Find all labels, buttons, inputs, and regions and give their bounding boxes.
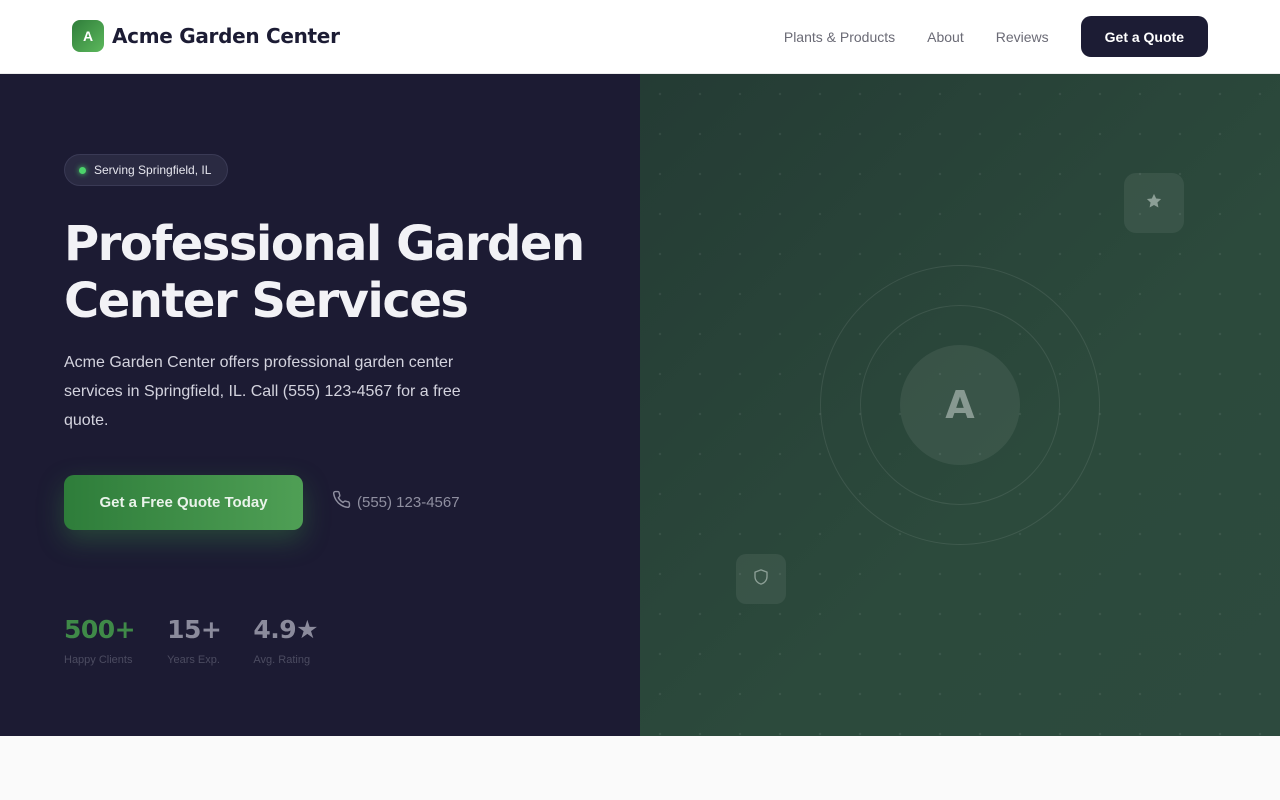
stat-value: 500+: [64, 615, 136, 644]
brand-logo: A: [72, 20, 104, 52]
stat-value: 15+: [167, 615, 222, 644]
phone-link[interactable]: (555) 123-4567: [332, 490, 460, 514]
stat-label: Avg. Rating: [253, 654, 311, 666]
stat-label: Years Exp.: [167, 654, 220, 666]
stat-avg-rating: 4.9★ Avg. Rating: [253, 614, 318, 666]
free-quote-button[interactable]: Get a Free Quote Today: [64, 475, 303, 530]
location-badge-text: Serving Springfield, IL: [94, 163, 212, 177]
shield-tile: [736, 554, 786, 604]
phone-number: (555) 123-4567: [357, 493, 460, 511]
brand-name: Acme Garden Center: [112, 24, 340, 48]
stat-years-experience: 15+ Years Exp.: [167, 614, 222, 666]
nav-link-about[interactable]: About: [927, 29, 964, 45]
site-header: A Acme Garden Center Plants & Products A…: [0, 0, 1280, 74]
brand-emblem: A: [900, 345, 1020, 465]
get-a-quote-button[interactable]: Get a Quote: [1080, 16, 1208, 57]
status-dot: [79, 166, 86, 174]
hero-headline-line-1: Professional Garden: [64, 216, 585, 272]
brand[interactable]: A Acme Garden Center: [72, 20, 340, 52]
star-tile: [1124, 173, 1184, 233]
shield-icon: [752, 568, 770, 591]
stat-value: 4.9★: [253, 615, 319, 644]
nav-link-reviews[interactable]: Reviews: [996, 29, 1049, 45]
stat-label: Happy Clients: [64, 654, 133, 666]
stat-happy-clients: 500+ Happy Clients: [64, 614, 136, 666]
main-nav: Plants & Products About Reviews Get a Qu…: [784, 16, 1208, 57]
star-icon: [1145, 192, 1163, 215]
stats-row: 500+ Happy Clients 15+ Years Exp. 4.9★ A…: [64, 614, 319, 666]
nav-link-plants-products[interactable]: Plants & Products: [784, 29, 895, 45]
hero-headline-line-2: Center Services: [64, 273, 469, 329]
hero-visual: A: [640, 74, 1280, 736]
phone-icon: [332, 490, 351, 514]
next-section: [0, 736, 1280, 800]
hero-content: Serving Springfield, IL Professional Gar…: [0, 74, 640, 736]
location-badge: Serving Springfield, IL: [64, 154, 229, 186]
hero-headline: Professional Garden Center Services: [64, 216, 624, 330]
brand-emblem-letter: A: [945, 383, 975, 427]
hero-description: Acme Garden Center offers professional g…: [64, 354, 461, 429]
